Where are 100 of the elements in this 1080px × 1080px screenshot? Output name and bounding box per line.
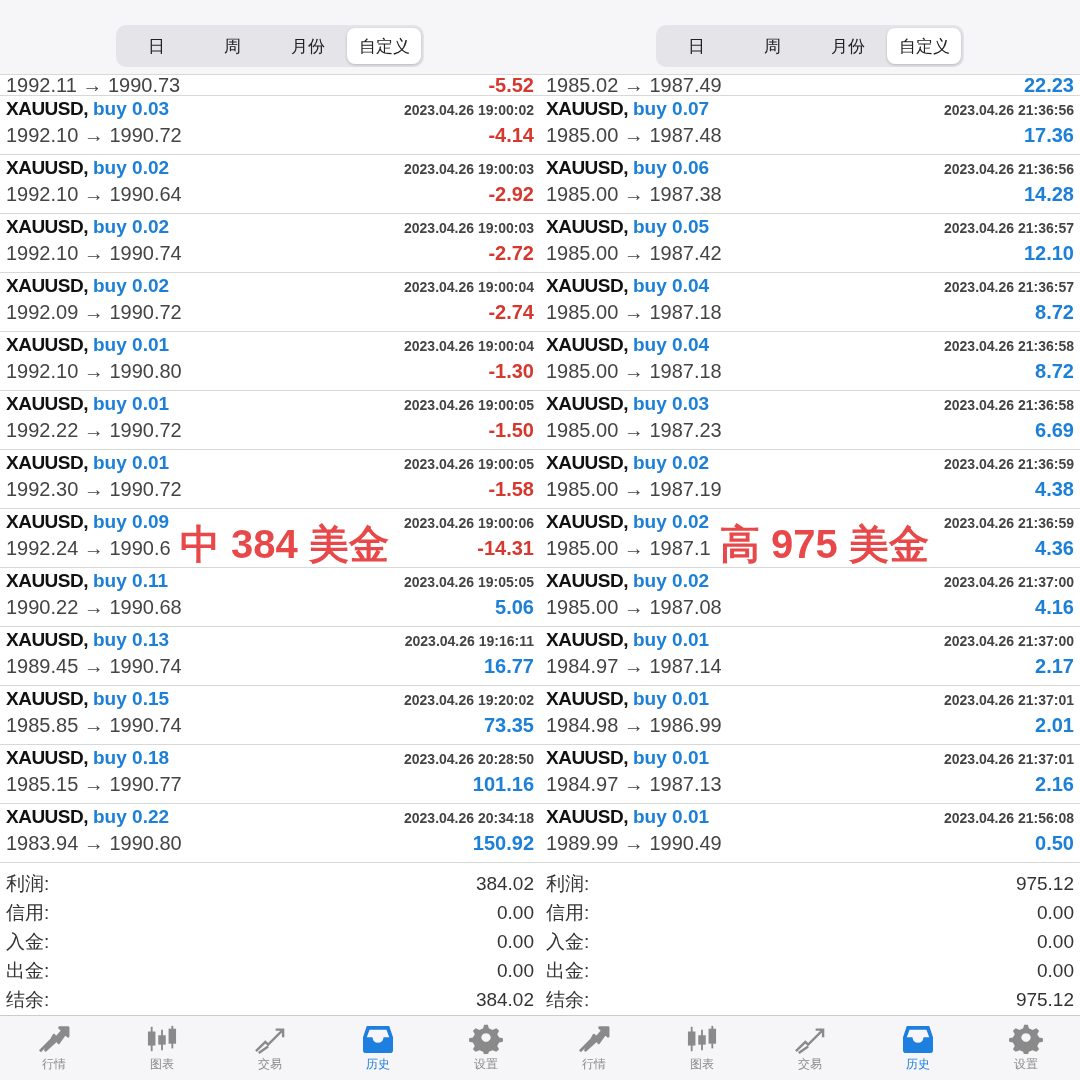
order-type: buy 0.09 <box>93 511 170 533</box>
trade-time: 2023.04.26 19:00:05 <box>404 397 534 413</box>
price-range: 1992.24 → 1990.6 <box>6 537 171 560</box>
trade-time: 2023.04.26 21:36:59 <box>944 515 1074 531</box>
nav-tab[interactable]: 历史 <box>324 1016 432 1080</box>
period-tab[interactable]: 日 <box>119 28 193 64</box>
nav-tab[interactable]: 图表 <box>648 1016 756 1080</box>
symbol: XAUUSD, <box>546 629 628 651</box>
price-range: 1985.00 → 1987.18 <box>546 360 722 383</box>
symbol: XAUUSD, <box>6 806 88 828</box>
order-type: buy 0.04 <box>633 334 710 356</box>
price-range: 1984.97 → 1987.14 <box>546 655 722 678</box>
period-tab[interactable]: 月份 <box>811 28 885 64</box>
price-range: 1984.97 → 1987.13 <box>546 773 722 796</box>
price-range: 1985.85 → 1990.74 <box>6 714 182 737</box>
summary-value: 975.12 <box>1015 988 1074 1011</box>
profit-value: 12.10 <box>1023 242 1074 265</box>
profit-value: -2.92 <box>488 183 534 206</box>
trade-time: 2023.04.26 21:37:00 <box>944 574 1074 590</box>
profit-value: -1.58 <box>488 478 534 501</box>
symbol: XAUUSD, <box>546 334 628 356</box>
order-type: buy 0.22 <box>93 806 170 828</box>
symbol: XAUUSD, <box>546 747 628 769</box>
trade-time: 2023.04.26 21:56:08 <box>944 810 1074 826</box>
arrows-icon <box>577 1023 611 1054</box>
symbol: XAUUSD, <box>6 629 88 651</box>
trade-time: 2023.04.26 19:00:02 <box>404 102 534 118</box>
nav-tab[interactable]: 交易 <box>216 1016 324 1080</box>
summary-value: 0.00 <box>497 930 534 953</box>
summary-label: 结余: <box>546 987 590 1012</box>
summary-label: 出金: <box>546 958 590 983</box>
price-range: 1990.22 → 1990.68 <box>6 596 182 619</box>
order-type: buy 0.01 <box>93 452 170 474</box>
profit-value: 4.38 <box>1035 478 1074 501</box>
order-type: buy 0.02 <box>633 452 710 474</box>
order-type: buy 0.03 <box>93 98 170 120</box>
period-tab[interactable]: 月份 <box>271 28 345 64</box>
price-range: 1985.00 → 1987.1 <box>546 537 711 560</box>
arrows-icon <box>37 1023 71 1054</box>
trade-time: 2023.04.26 21:37:01 <box>944 692 1074 708</box>
summary-value: 0.00 <box>1037 959 1074 982</box>
profit-value: 4.36 <box>1035 537 1074 560</box>
summary-value: 0.00 <box>497 959 534 982</box>
profit-value: 17.36 <box>1023 124 1074 147</box>
period-tab[interactable]: 自定义 <box>887 28 961 64</box>
summary-label: 入金: <box>546 929 590 954</box>
symbol: XAUUSD, <box>6 275 88 297</box>
price-range: 1992.09 → 1990.72 <box>6 301 182 324</box>
symbol: XAUUSD, <box>6 688 88 710</box>
price-range: 1992.30 → 1990.72 <box>6 478 182 501</box>
period-tab[interactable]: 周 <box>735 28 809 64</box>
order-type: buy 0.01 <box>633 629 710 651</box>
order-type: buy 0.13 <box>93 629 170 651</box>
trade-time: 2023.04.26 21:37:00 <box>944 633 1074 649</box>
symbol: XAUUSD, <box>546 393 628 415</box>
price-range: 1983.94 → 1990.80 <box>6 832 182 855</box>
profit-value: 16.77 <box>483 655 534 678</box>
profit-value: 150.92 <box>472 832 534 855</box>
nav-tab[interactable]: 历史 <box>864 1016 972 1080</box>
order-type: buy 0.11 <box>93 570 168 592</box>
period-tab[interactable]: 日 <box>659 28 733 64</box>
nav-tab[interactable]: 交易 <box>756 1016 864 1080</box>
order-type: buy 0.02 <box>93 275 170 297</box>
candlestick-icon <box>685 1023 719 1054</box>
order-type: buy 0.02 <box>93 157 170 179</box>
order-type: buy 0.02 <box>93 216 170 238</box>
order-type: buy 0.01 <box>633 806 710 828</box>
nav-tab[interactable]: 设置 <box>432 1016 540 1080</box>
period-tab[interactable]: 自定义 <box>347 28 421 64</box>
summary-label: 信用: <box>546 900 590 925</box>
nav-tab[interactable]: 设置 <box>972 1016 1080 1080</box>
nav-tab[interactable]: 行情 <box>0 1016 108 1080</box>
trade-time: 2023.04.26 21:36:57 <box>944 220 1074 236</box>
nav-tab[interactable]: 行情 <box>540 1016 648 1080</box>
profit-value: 14.28 <box>1023 183 1074 206</box>
summary-label: 利润: <box>546 871 590 896</box>
settings-icon <box>1009 1023 1043 1054</box>
profit-value: 8.72 <box>1035 301 1074 324</box>
symbol: XAUUSD, <box>6 98 88 120</box>
price-range: 1992.10 → 1990.72 <box>6 124 182 147</box>
profit-value: 6.69 <box>1035 419 1074 442</box>
inbox-tray-icon <box>361 1023 395 1054</box>
order-type: buy 0.04 <box>633 275 710 297</box>
trade-time: 2023.04.26 19:00:04 <box>404 279 534 295</box>
nav-tab[interactable]: 图表 <box>108 1016 216 1080</box>
symbol: XAUUSD, <box>6 157 88 179</box>
trade-time: 2023.04.26 19:00:03 <box>404 161 534 177</box>
profit-value: 5.06 <box>495 596 534 619</box>
symbol: XAUUSD, <box>546 806 628 828</box>
trade-time: 2023.04.26 21:37:01 <box>944 751 1074 767</box>
summary-value: 975.12 <box>1015 872 1074 895</box>
profit-value: 73.35 <box>483 714 534 737</box>
period-tab[interactable]: 周 <box>195 28 269 64</box>
order-type: buy 0.03 <box>633 393 710 415</box>
price-range: 1985.00 → 1987.38 <box>546 183 722 206</box>
profit-value: -4.14 <box>488 124 534 147</box>
symbol: XAUUSD, <box>546 570 628 592</box>
profit-value: -1.50 <box>488 419 534 442</box>
profit-value: 4.16 <box>1035 596 1074 619</box>
order-type: buy 0.01 <box>633 688 710 710</box>
